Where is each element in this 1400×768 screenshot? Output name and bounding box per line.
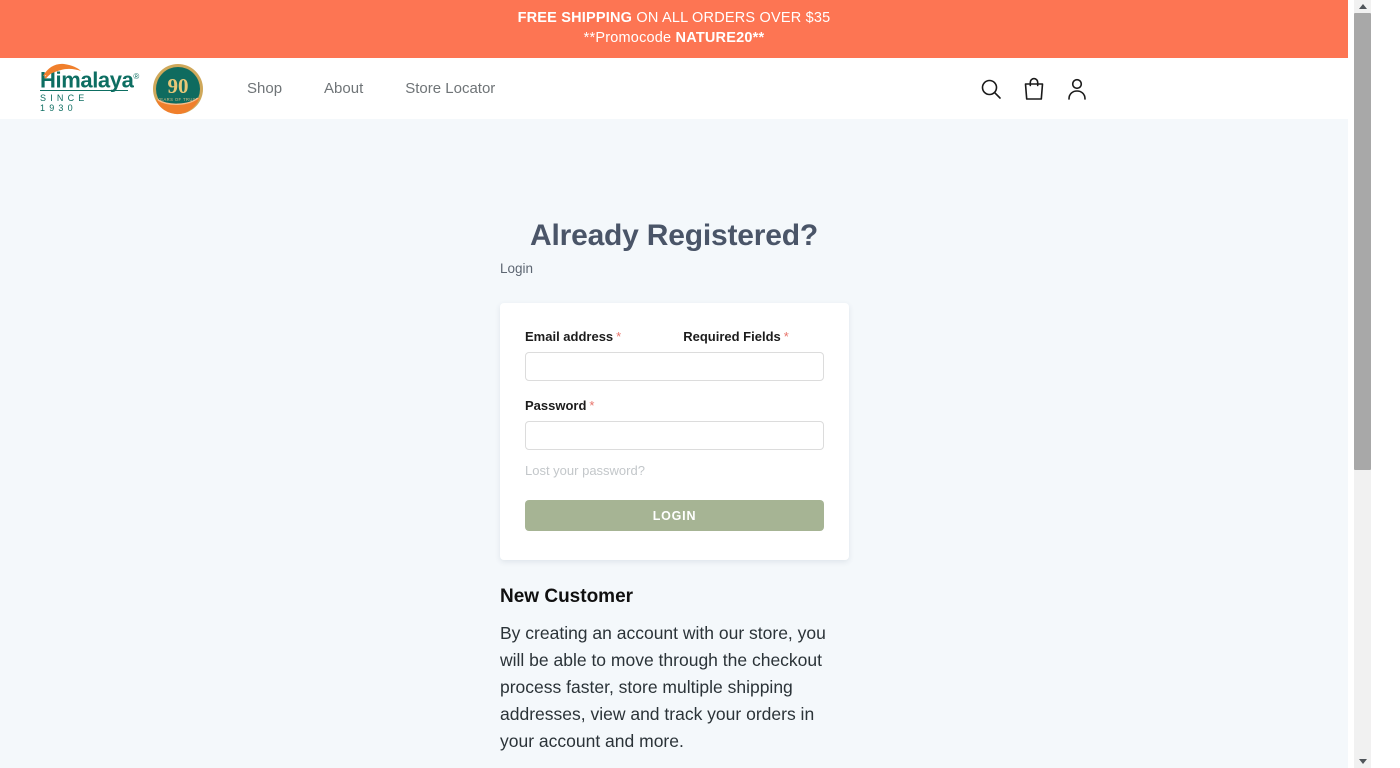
page-content: FREE SHIPPING ON ALL ORDERS OVER $35 **P… — [0, 0, 1348, 768]
account-icon[interactable] — [1064, 75, 1090, 103]
svg-text:90: 90 — [168, 74, 189, 98]
main-navigation: Shop About Store Locator — [226, 72, 516, 105]
site-header: Himalaya® SINCE 1930 90 YEARS OF TRUST S… — [0, 58, 1348, 119]
himalaya-brand-text: Himalaya® — [40, 63, 139, 93]
email-label: Email address — [525, 329, 614, 344]
promo-banner: FREE SHIPPING ON ALL ORDERS OVER $35 **P… — [0, 0, 1348, 58]
chevron-up-icon — [1358, 4, 1367, 9]
promo-line-2: **Promocode NATURE20** — [584, 29, 765, 49]
search-icon[interactable] — [978, 75, 1004, 103]
new-customer-title: New Customer — [500, 586, 634, 607]
header-icon-group — [978, 75, 1090, 103]
password-label: Password — [525, 398, 587, 413]
page-title: Already Registered? — [530, 219, 818, 252]
login-button[interactable]: LOGIN — [525, 500, 824, 531]
main-content: Already Registered? Login Email address … — [0, 119, 1348, 768]
scrollbar-down-button[interactable] — [1354, 755, 1371, 768]
promo-orders-text: ON ALL ORDERS OVER $35 — [632, 10, 831, 27]
new-customer-description: By creating an account with our store, y… — [500, 623, 826, 751]
password-required-asterisk: * — [589, 398, 595, 413]
email-input[interactable] — [525, 352, 824, 381]
email-label-row: Email address * Required Fields * — [525, 329, 824, 344]
required-fields-asterisk: * — [783, 329, 789, 344]
password-field-block: Password * — [525, 398, 824, 450]
password-input[interactable] — [525, 421, 824, 450]
registered-mark: ® — [133, 72, 139, 81]
login-card: Email address * Required Fields * Passwo… — [500, 303, 849, 560]
scrollbar-up-button[interactable] — [1354, 0, 1371, 13]
nav-item-about[interactable]: About — [303, 72, 384, 105]
shopping-bag-icon[interactable] — [1021, 75, 1047, 103]
chevron-down-icon — [1358, 759, 1367, 764]
required-fields-label: Required Fields — [683, 329, 781, 344]
site-logo[interactable]: Himalaya® SINCE 1930 90 YEARS OF TRUST — [40, 63, 204, 115]
breadcrumb: Login — [500, 261, 534, 276]
nav-item-store-locator[interactable]: Store Locator — [384, 72, 516, 105]
promo-free-shipping-text: FREE SHIPPING — [517, 10, 633, 27]
brand-name-text: Himalaya — [40, 67, 134, 93]
new-customer-section: New Customer By creating an account with… — [500, 586, 850, 768]
promo-code-value: NATURE20** — [675, 30, 765, 46]
himalaya-wordmark: Himalaya® SINCE 1930 — [40, 63, 139, 113]
promo-line-1: FREE SHIPPING ON ALL ORDERS OVER $35 — [518, 9, 831, 29]
vertical-scrollbar[interactable] — [1348, 0, 1400, 768]
email-required-asterisk: * — [616, 329, 622, 344]
promo-code-prefix: **Promocode — [583, 30, 676, 46]
brand-tagline: SINCE 1930 — [40, 93, 89, 113]
scrollbar-thumb[interactable] — [1354, 13, 1371, 470]
lost-password-link[interactable]: Lost your password? — [525, 463, 645, 478]
ninety-years-badge-icon: 90 YEARS OF TRUST — [152, 63, 204, 115]
password-label-row: Password * — [525, 398, 824, 413]
browser-viewport: FREE SHIPPING ON ALL ORDERS OVER $35 **P… — [0, 0, 1400, 768]
nav-item-shop[interactable]: Shop — [226, 72, 303, 105]
